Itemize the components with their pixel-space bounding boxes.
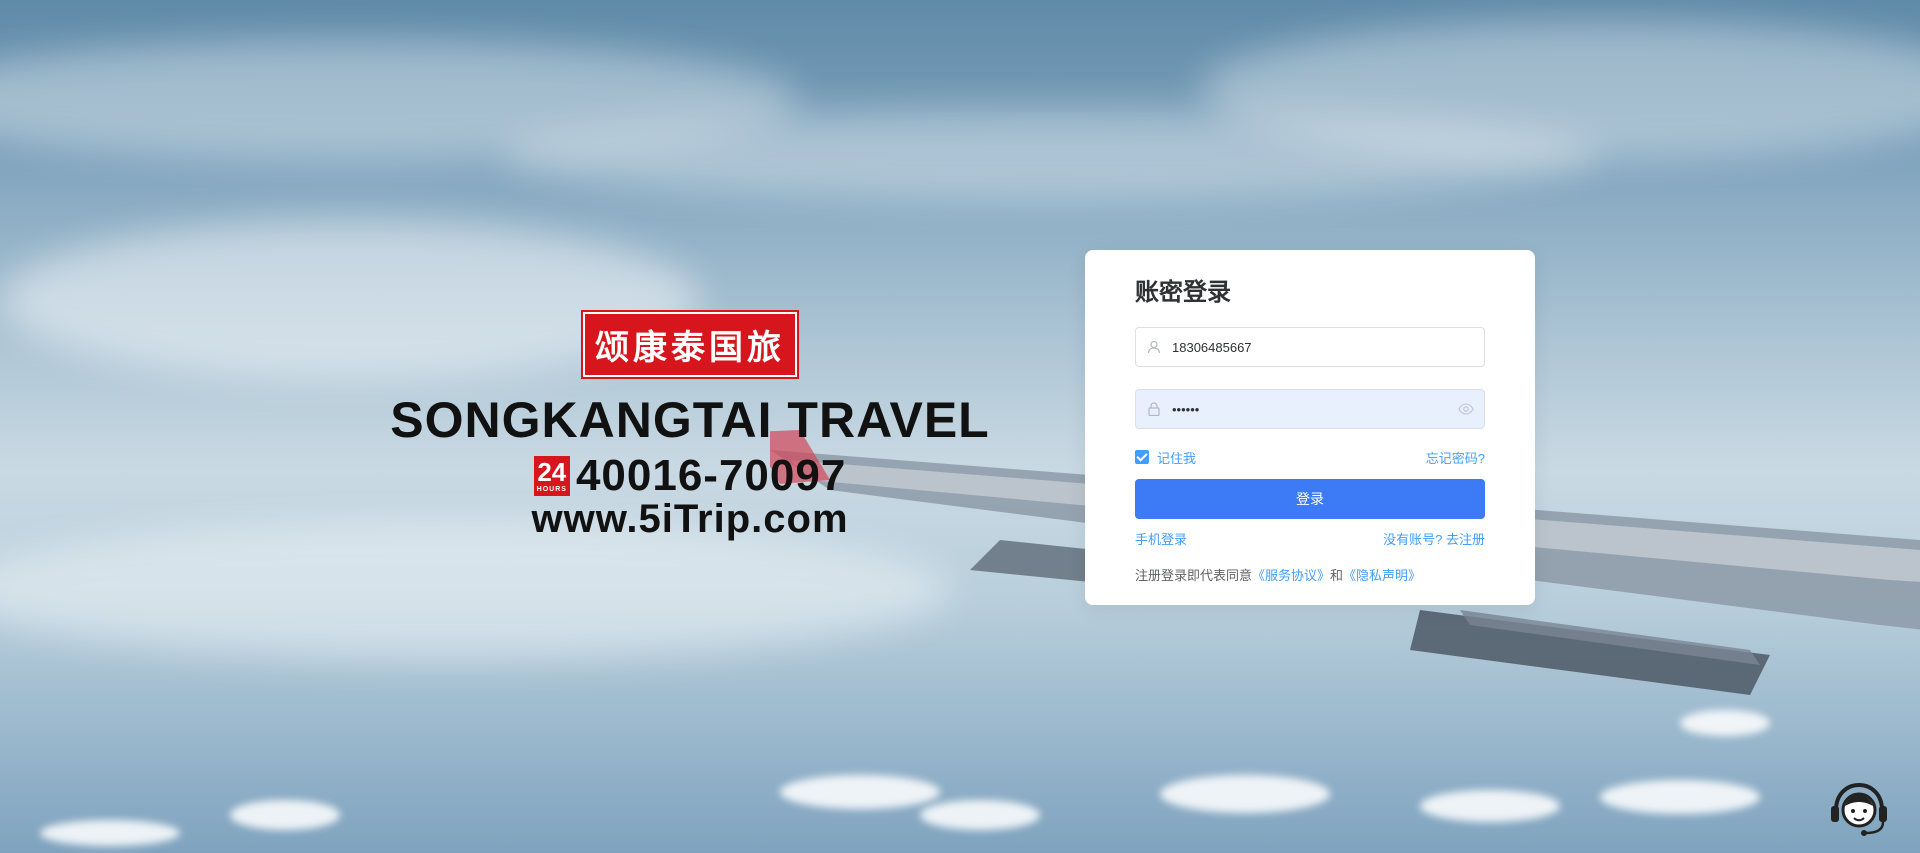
login-title: 账密登录 — [1135, 278, 1231, 306]
user-icon — [1147, 340, 1161, 354]
remember-me-checkbox[interactable]: 记住我 — [1135, 448, 1196, 467]
alt-links-row: 手机登录 没有账号? 去注册 — [1135, 529, 1485, 547]
cloud — [230, 800, 340, 830]
login-button[interactable]: 登录 — [1135, 479, 1485, 519]
cloud — [1420, 790, 1560, 822]
brand-english-name: SONGKANGTAI TRAVEL — [390, 392, 990, 448]
24-hours-badge: 24 HOURS — [533, 456, 570, 496]
badge-hours-text: HOURS — [536, 486, 567, 493]
privacy-statement-link[interactable]: 《隐私声明》 — [1343, 568, 1421, 583]
brand-hotline: 24 HOURS 40016-70097 — [370, 451, 1010, 501]
eye-icon[interactable] — [1458, 402, 1474, 416]
brand-website: www.5iTrip.com — [531, 497, 849, 541]
cloud — [1160, 775, 1330, 813]
checkbox-checked-icon[interactable] — [1135, 450, 1149, 464]
hotline-number: 40016-70097 — [575, 451, 847, 500]
login-card: 账密登录 记住我 忘记密码? — [1085, 250, 1535, 605]
brand-chinese-name: 颂康泰国旅 — [581, 310, 799, 379]
customer-service-icon[interactable] — [1828, 778, 1890, 840]
agreement-text: 注册登录即代表同意《服务协议》和《隐私声明》 — [1135, 565, 1485, 584]
brand-logo: 颂康泰国旅 SONGKANGTAI TRAVEL 24 HOURS 40016-… — [370, 310, 1010, 542]
service-agreement-link[interactable]: 《服务协议》 — [1252, 568, 1330, 583]
register-link[interactable]: 没有账号? 去注册 — [1383, 529, 1485, 548]
cloud — [780, 775, 940, 809]
account-input[interactable] — [1170, 338, 1484, 356]
phone-login-link[interactable]: 手机登录 — [1135, 529, 1187, 548]
forgot-password-link[interactable]: 忘记密码? — [1426, 448, 1485, 467]
login-page: 颂康泰国旅 SONGKANGTAI TRAVEL 24 HOURS 40016-… — [0, 0, 1920, 853]
password-input[interactable] — [1170, 400, 1484, 418]
agreement-and: 和 — [1330, 568, 1344, 583]
account-field[interactable] — [1135, 327, 1485, 367]
agreement-prefix: 注册登录即代表同意 — [1135, 568, 1253, 583]
lock-icon — [1148, 402, 1160, 416]
badge-number: 24 — [537, 457, 567, 487]
cloud — [920, 800, 1040, 830]
cloud — [40, 820, 180, 846]
remember-row: 记住我 忘记密码? — [1135, 447, 1485, 467]
password-field[interactable] — [1135, 389, 1485, 429]
remember-me-label[interactable]: 记住我 — [1157, 448, 1196, 467]
cloud — [1600, 780, 1760, 814]
